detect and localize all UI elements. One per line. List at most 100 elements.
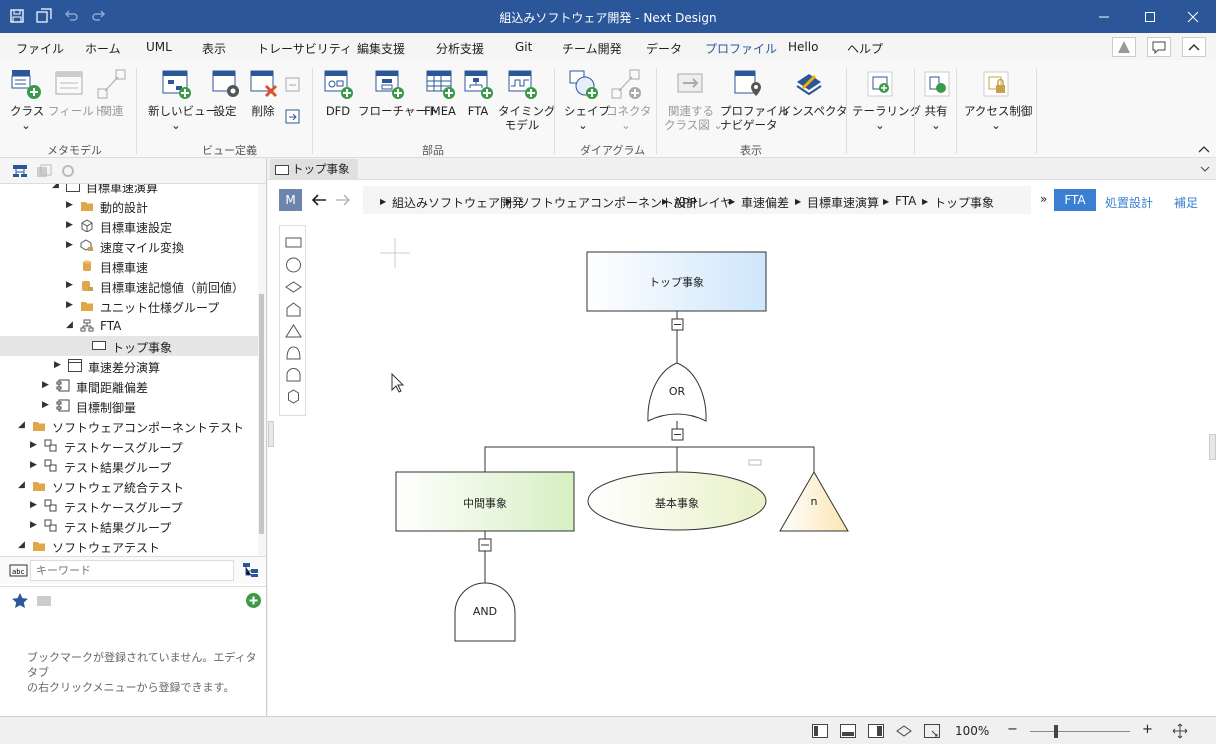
zoom-slider-thumb[interactable] — [1054, 725, 1058, 738]
collapsed-arrow-icon[interactable]: ▶ — [30, 500, 37, 510]
tree-item[interactable]: ▶ テストケースグループ — [0, 496, 258, 516]
settings-tree-icon[interactable] — [60, 164, 76, 178]
minimize-button[interactable] — [1081, 0, 1127, 33]
feedback-button[interactable] — [1112, 37, 1136, 57]
zoom-out-button[interactable]: − — [1007, 722, 1018, 737]
view-import-icon[interactable] — [285, 109, 301, 125]
regex-icon[interactable]: abc — [9, 563, 29, 577]
tree-item[interactable]: ▶ 速度マイル変換 — [0, 236, 258, 256]
layout-right-icon[interactable] — [868, 724, 884, 738]
tree-item[interactable]: ▶ 目標車速記憶値（前回値） — [0, 276, 258, 296]
tree-item[interactable]: 目標車速 — [0, 256, 258, 276]
layout-left-icon[interactable] — [812, 724, 828, 738]
menu-traceability[interactable]: トレーサビリティ — [257, 40, 352, 57]
collapsed-arrow-icon[interactable]: ▶ — [42, 400, 49, 410]
menu-analysis-support[interactable]: 分析支援 — [436, 40, 484, 57]
view-export-icon[interactable] — [285, 77, 301, 93]
tree-item[interactable]: ▶ 車速差分演算 — [0, 356, 258, 376]
new-view-button[interactable]: 新しいビュー ⌄ — [148, 68, 217, 132]
menu-edit-support[interactable]: 編集支援 — [357, 40, 405, 57]
zoom-slider-track[interactable] — [1030, 731, 1130, 732]
selection-handle[interactable] — [748, 459, 762, 466]
tree-scrollbar[interactable] — [258, 184, 266, 556]
search-input[interactable] — [30, 560, 234, 581]
inspector-button[interactable]: インスペクタ — [780, 68, 848, 118]
view-delete-button[interactable]: 削除 — [248, 68, 278, 118]
tree-item[interactable]: ◢ ソフトウェア統合テスト — [0, 476, 258, 496]
fta-button[interactable]: FTA — [462, 68, 494, 118]
left-pane-toggle[interactable] — [268, 421, 274, 447]
tree-item-label: 目標車速演算 — [86, 184, 159, 195]
menu-team[interactable]: チーム開発 — [562, 40, 622, 57]
expanded-arrow-icon[interactable]: ◢ — [18, 540, 25, 550]
move-icon[interactable] — [1172, 723, 1188, 739]
tree-item[interactable]: トップ事象 — [0, 336, 258, 356]
share-button[interactable]: 共有 ⌄ — [921, 68, 951, 132]
grid-toggle-icon[interactable] — [896, 724, 912, 738]
close-button[interactable] — [1170, 0, 1216, 33]
flowchart-button[interactable]: フローチャート — [358, 68, 438, 118]
collapsed-arrow-icon[interactable]: ▶ — [30, 520, 37, 530]
menu-home[interactable]: ホーム — [85, 40, 121, 57]
chevron-up-icon[interactable] — [1198, 144, 1210, 154]
svg-text:abc: abc — [12, 568, 25, 576]
tree-item[interactable]: ▶ テストケースグループ — [0, 436, 258, 456]
right-pane-toggle[interactable] — [1209, 434, 1216, 460]
tree-item[interactable]: ▶ 目標車速設定 — [0, 216, 258, 236]
tree-item[interactable]: ▶ テスト結果グループ — [0, 516, 258, 536]
comment-button[interactable] — [1147, 37, 1171, 57]
collapse-ribbon-button[interactable] — [1182, 37, 1206, 57]
menu-hello[interactable]: Hello — [788, 40, 818, 54]
timing-model-button[interactable]: タイミング モデル — [498, 68, 556, 132]
expanded-arrow-icon[interactable]: ◢ — [18, 420, 25, 430]
tree-item[interactable]: ◢ FTA — [0, 316, 258, 336]
tree-item[interactable]: ◢ 目標車速演算 — [0, 184, 258, 196]
tree-item[interactable]: ▶ 目標制御量 — [0, 396, 258, 416]
expanded-arrow-icon[interactable]: ◢ — [66, 320, 73, 330]
product-tree-icon[interactable] — [36, 164, 52, 178]
tailoring-button[interactable]: テーラリング ⌄ — [852, 68, 921, 132]
tree-item[interactable]: ◢ ソフトウェアテスト — [0, 536, 258, 556]
collapsed-arrow-icon[interactable]: ▶ — [30, 440, 37, 450]
menu-git[interactable]: Git — [515, 40, 532, 54]
expanded-arrow-icon[interactable]: ◢ — [52, 184, 59, 190]
tree-item[interactable]: ▶ 動的設計 — [0, 196, 258, 216]
menu-view[interactable]: 表示 — [202, 40, 226, 57]
collapsed-arrow-icon[interactable]: ▶ — [66, 220, 73, 230]
tree-item[interactable]: ▶ 車間距離偏差 — [0, 376, 258, 396]
collapsed-arrow-icon[interactable]: ▶ — [66, 300, 73, 310]
menu-file[interactable]: ファイル — [16, 40, 64, 57]
expanded-arrow-icon[interactable]: ◢ — [18, 480, 25, 490]
menu-data[interactable]: データ — [646, 40, 682, 57]
collapsed-arrow-icon[interactable]: ▶ — [42, 380, 49, 390]
model-tree-icon[interactable] — [12, 164, 28, 178]
collapsed-arrow-icon[interactable]: ▶ — [66, 280, 73, 290]
profile-navigator-button[interactable]: プロファイル ナビゲータ — [720, 68, 789, 132]
tree-item[interactable]: ▶ ユニット仕様グループ — [0, 296, 258, 316]
zoom-in-button[interactable]: + — [1142, 722, 1153, 737]
related-label-1: 関連する — [668, 104, 714, 118]
fit-window-icon[interactable] — [924, 724, 940, 738]
layout-bottom-icon[interactable] — [840, 724, 856, 738]
menu-profile[interactable]: プロファイル — [702, 40, 780, 62]
maximize-button[interactable] — [1127, 0, 1173, 33]
menu-help[interactable]: ヘルプ — [847, 40, 883, 57]
filter-tree-icon[interactable] — [242, 562, 260, 578]
add-bookmark-icon[interactable] — [245, 592, 262, 609]
fmea-button[interactable]: FMEA — [424, 68, 456, 118]
tree-scrollbar-thumb[interactable] — [259, 294, 264, 534]
shape-button[interactable]: シェイプ ⌄ — [564, 68, 610, 132]
tree-item[interactable]: ◢ ソフトウェアコンポーネントテスト — [0, 416, 258, 436]
star-icon[interactable] — [11, 592, 29, 609]
collapsed-arrow-icon[interactable]: ▶ — [66, 240, 73, 250]
dfd-button[interactable]: DFD — [322, 68, 354, 118]
collapsed-arrow-icon[interactable]: ▶ — [66, 200, 73, 210]
access-control-button[interactable]: アクセス制御 ⌄ — [964, 68, 1032, 132]
class-button[interactable]: クラス ⌄ — [10, 68, 44, 132]
menu-uml[interactable]: UML — [146, 40, 172, 54]
view-settings-button[interactable]: 設定 — [210, 68, 240, 118]
tree-item[interactable]: ▶ テスト結果グループ — [0, 456, 258, 476]
bookmark-folder-icon[interactable] — [36, 593, 52, 607]
collapsed-arrow-icon[interactable]: ▶ — [30, 460, 37, 470]
collapsed-arrow-icon[interactable]: ▶ — [54, 360, 61, 370]
